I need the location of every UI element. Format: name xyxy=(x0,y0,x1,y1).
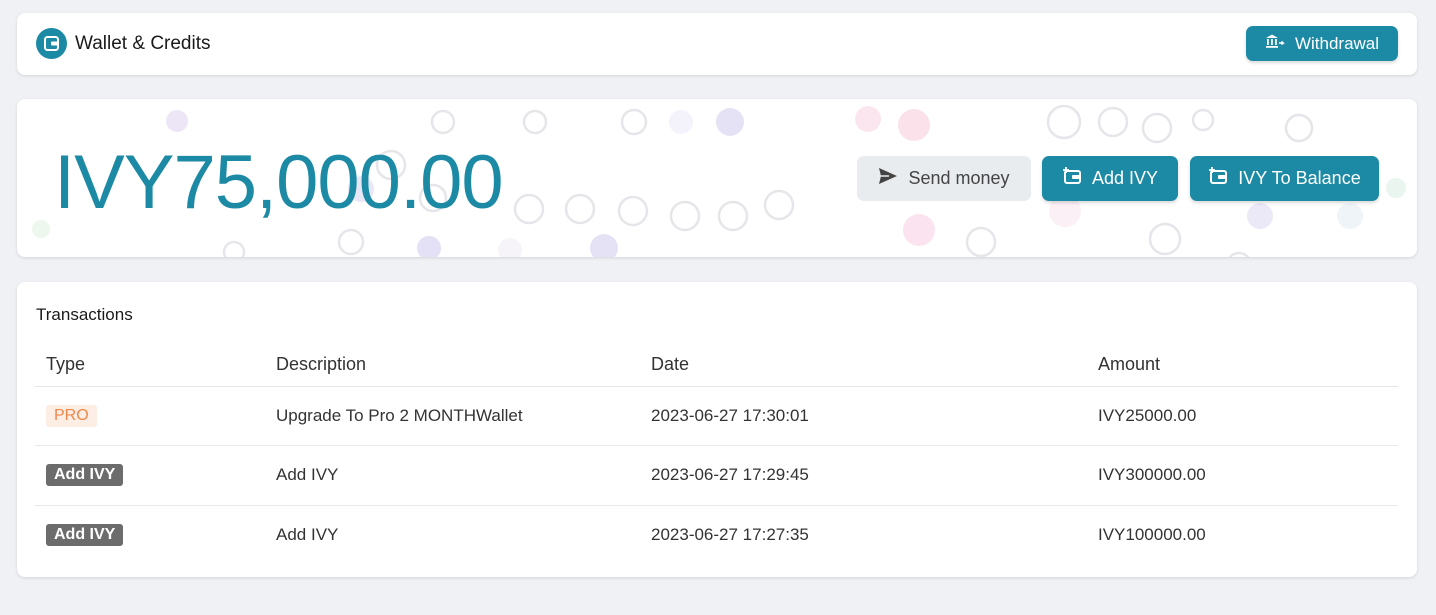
amount-cell: IVY25000.00 xyxy=(1087,386,1398,446)
add-ivy-label: Add IVY xyxy=(1091,168,1159,188)
type-badge: PRO xyxy=(46,404,97,427)
description-cell: Add IVY xyxy=(276,525,339,544)
withdrawal-label: Withdrawal xyxy=(1294,33,1380,53)
type-cell: Add IVY xyxy=(35,505,265,565)
wallet-plus-icon xyxy=(1062,167,1082,190)
transactions-table: Type Description Date Amount PRO Upgrade… xyxy=(35,344,1398,565)
date-cell: 2023-06-27 17:27:35 xyxy=(651,525,809,544)
table-row: Add IVY Add IVY 2023-06-27 17:29:45 IVY3… xyxy=(35,445,1398,506)
column-header-amount: Amount xyxy=(1087,344,1398,387)
column-header-date: Date xyxy=(640,344,1087,387)
send-money-button[interactable]: Send money xyxy=(857,156,1031,201)
date-cell: 2023-06-27 17:30:01 xyxy=(640,386,1087,446)
type-cell: Add IVY xyxy=(35,445,265,506)
transactions-card: Transactions Type Description Date Amoun… xyxy=(17,282,1417,577)
bank-transfer-icon xyxy=(1265,33,1285,54)
table-row: PRO Upgrade To Pro 2 MONTHWallet 2023-06… xyxy=(35,386,1398,446)
amount-cell: IVY100000.00 xyxy=(1098,525,1206,544)
withdrawal-button[interactable]: Withdrawal xyxy=(1246,26,1398,61)
amount-cell: IVY300000.00 xyxy=(1087,445,1398,506)
transactions-title: Transactions xyxy=(36,305,133,324)
ivy-to-balance-button[interactable]: IVY To Balance xyxy=(1190,156,1379,201)
column-header-type: Type xyxy=(35,344,265,387)
type-badge: Add IVY xyxy=(46,524,124,546)
description-cell: Upgrade To Pro 2 MONTHWallet xyxy=(265,386,640,446)
table-header-row: Type Description Date Amount xyxy=(35,344,1398,387)
page-title: Wallet & Credits xyxy=(75,33,211,54)
wallet-icon xyxy=(36,28,67,59)
type-badge: Add IVY xyxy=(46,464,124,487)
add-ivy-button[interactable]: Add IVY xyxy=(1042,156,1178,201)
description-cell: Add IVY xyxy=(265,445,640,506)
header-card: Wallet & Credits Withdrawal xyxy=(17,13,1417,75)
ivy-to-balance-label: IVY To Balance xyxy=(1238,168,1361,188)
balance-card: IVY75,000.00 Send money Add IVY IVY To B… xyxy=(17,99,1417,257)
date-cell: 2023-06-27 17:29:45 xyxy=(640,445,1087,506)
send-money-label: Send money xyxy=(908,168,1010,188)
send-icon xyxy=(878,167,898,190)
balance-amount: IVY75,000.00 xyxy=(54,140,504,225)
type-cell: PRO xyxy=(35,386,265,446)
wallet-plus-icon xyxy=(1208,167,1228,190)
column-header-description: Description xyxy=(265,344,640,387)
table-row: Add IVY Add IVY 2023-06-27 17:27:35 IVY1… xyxy=(35,505,1398,565)
